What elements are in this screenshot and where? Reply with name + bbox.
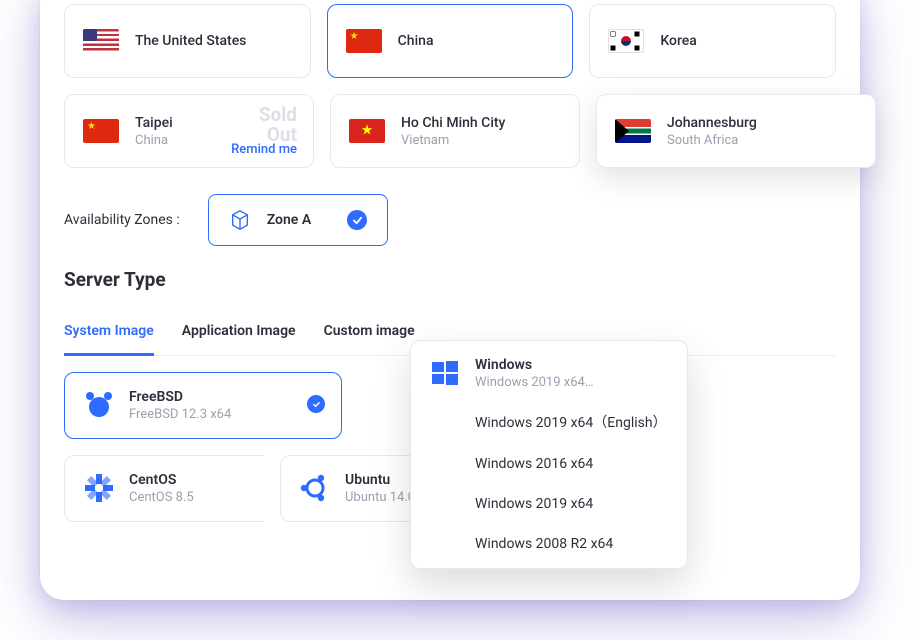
region-label: Ho Chi Minh City [401, 115, 505, 131]
windows-option[interactable]: Windows 2016 x64 [411, 444, 687, 484]
os-version: FreeBSD 12.3 x64 [129, 407, 231, 422]
centos-icon [83, 472, 115, 504]
check-icon [347, 210, 367, 230]
region-hcmc[interactable]: Ho Chi Minh City Vietnam [330, 94, 580, 168]
flag-za-icon [615, 119, 651, 143]
region-country: South Africa [667, 133, 757, 148]
windows-option[interactable]: Windows 2008 R2 x64 [411, 524, 687, 564]
sold-out-badge: Sold Out [259, 105, 297, 145]
freebsd-icon [83, 389, 115, 421]
region-row-2: Taipei China Sold Out Remind me Ho Chi M… [64, 94, 836, 168]
region-china[interactable]: China [327, 4, 574, 78]
tab-application-image[interactable]: Application Image [182, 313, 296, 356]
os-centos[interactable]: CentOS CentOS 8.5 [64, 455, 264, 522]
flag-cn-icon [346, 29, 382, 53]
windows-version-dropdown: Windows Windows 2019 x64… Windows 2019 x… [410, 340, 688, 569]
availability-zones-row: Availability Zones : Zone A [64, 194, 836, 246]
region-taipei[interactable]: Taipei China Sold Out Remind me [64, 94, 314, 168]
region-label: Johannesburg [667, 115, 757, 131]
config-card: The United States China Korea Taipei Chi… [40, 0, 860, 600]
zone-cube-icon [229, 209, 251, 231]
region-country: Vietnam [401, 133, 505, 148]
os-freebsd[interactable]: FreeBSD FreeBSD 12.3 x64 [64, 372, 342, 439]
server-type-heading: Server Type [64, 268, 836, 291]
ubuntu-icon [299, 472, 331, 504]
flag-cn-icon [83, 119, 119, 143]
os-name: FreeBSD [129, 389, 231, 405]
flag-vn-icon [349, 119, 385, 143]
remind-me-link[interactable]: Remind me [231, 142, 297, 157]
region-us[interactable]: The United States [64, 4, 311, 78]
region-label: Korea [660, 33, 696, 49]
windows-option[interactable]: Windows 2019 x64 [411, 484, 687, 524]
zone-name: Zone A [267, 212, 311, 228]
region-row-1: The United States China Korea [64, 4, 836, 78]
region-johannesburg[interactable]: Johannesburg South Africa [596, 94, 876, 168]
check-icon [307, 395, 325, 413]
region-country: China [135, 133, 173, 148]
tab-system-image[interactable]: System Image [64, 313, 154, 356]
os-windows[interactable]: Windows Windows 2019 x64… [411, 341, 687, 400]
os-name: Windows [475, 357, 594, 373]
availability-zones-label: Availability Zones : [64, 212, 180, 228]
flag-kr-icon [608, 29, 644, 53]
tab-custom-image[interactable]: Custom image [324, 313, 415, 356]
os-version: Windows 2019 x64… [475, 375, 594, 390]
os-version: CentOS 8.5 [129, 490, 194, 505]
windows-option[interactable]: Windows 2019 x64（English） [411, 400, 687, 444]
region-korea[interactable]: Korea [589, 4, 836, 78]
flag-us-icon [83, 29, 119, 53]
windows-icon [429, 357, 461, 389]
availability-zone-a[interactable]: Zone A [208, 194, 388, 246]
region-label: China [398, 33, 434, 49]
os-name: CentOS [129, 472, 194, 488]
region-label: Taipei [135, 115, 173, 131]
region-label: The United States [135, 33, 246, 49]
